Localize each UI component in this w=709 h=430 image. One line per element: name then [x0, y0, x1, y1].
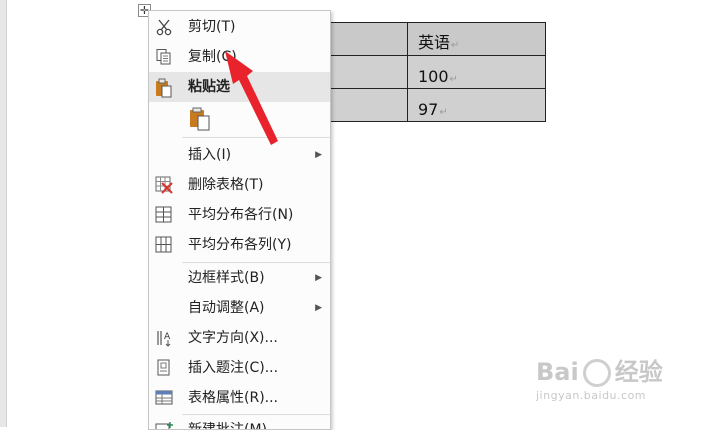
table-properties-icon: [155, 389, 173, 407]
menu-item-copy[interactable]: 复制(C): [149, 42, 330, 72]
menu-item-delete-table[interactable]: 删除表格(T): [149, 170, 330, 200]
menu-item-new-comment[interactable]: 新建批注(M): [149, 415, 330, 429]
menu-item-paste-options[interactable]: 粘贴选: [149, 72, 330, 102]
new-comment-icon: [155, 421, 173, 429]
baidu-watermark: Bai 经验 jingyan.baidu.com: [536, 358, 663, 402]
distribute-columns-icon: [155, 236, 173, 254]
menu-item-insert[interactable]: 插入(I) ▶: [149, 140, 330, 170]
copy-icon: [155, 48, 173, 66]
document-left-margin: [0, 0, 7, 427]
menu-separator: [182, 137, 330, 138]
menu-item-autofit[interactable]: 自动调整(A) ▶: [149, 293, 330, 323]
menu-item-cut[interactable]: 剪切(T): [149, 12, 330, 42]
menu-item-table-properties[interactable]: 表格属性(R)...: [149, 383, 330, 413]
submenu-arrow-icon: ▶: [315, 303, 322, 313]
text-direction-icon: A: [155, 329, 173, 347]
paste-icon: [188, 107, 214, 136]
table-cell[interactable]: 100↵: [407, 55, 546, 89]
menu-item-distribute-columns[interactable]: 平均分布各列(Y): [149, 230, 330, 260]
delete-table-icon: [155, 176, 173, 194]
paw-icon: [582, 359, 611, 387]
submenu-arrow-icon: ▶: [315, 150, 322, 160]
menu-item-insert-caption[interactable]: 插入题注(C)...: [149, 353, 330, 383]
insert-caption-icon: [155, 359, 173, 377]
context-menu: 剪切(T) 复制(C) 粘贴选 插入(I) ▶ 删除表格(T) 平均分布各行(N…: [148, 10, 331, 430]
paste-icon: [155, 78, 173, 98]
scissors-icon: [155, 18, 173, 36]
paste-keep-format-button[interactable]: [188, 106, 214, 132]
distribute-rows-icon: [155, 206, 173, 224]
table-cell[interactable]: 英语↵: [407, 22, 546, 56]
table-cell[interactable]: 97↵: [407, 88, 546, 122]
menu-item-border-style[interactable]: 边框样式(B) ▶: [149, 263, 330, 293]
menu-item-text-direction[interactable]: A 文字方向(X)...: [149, 323, 330, 353]
submenu-arrow-icon: ▶: [315, 273, 322, 283]
menu-item-distribute-rows[interactable]: 平均分布各行(N): [149, 200, 330, 230]
